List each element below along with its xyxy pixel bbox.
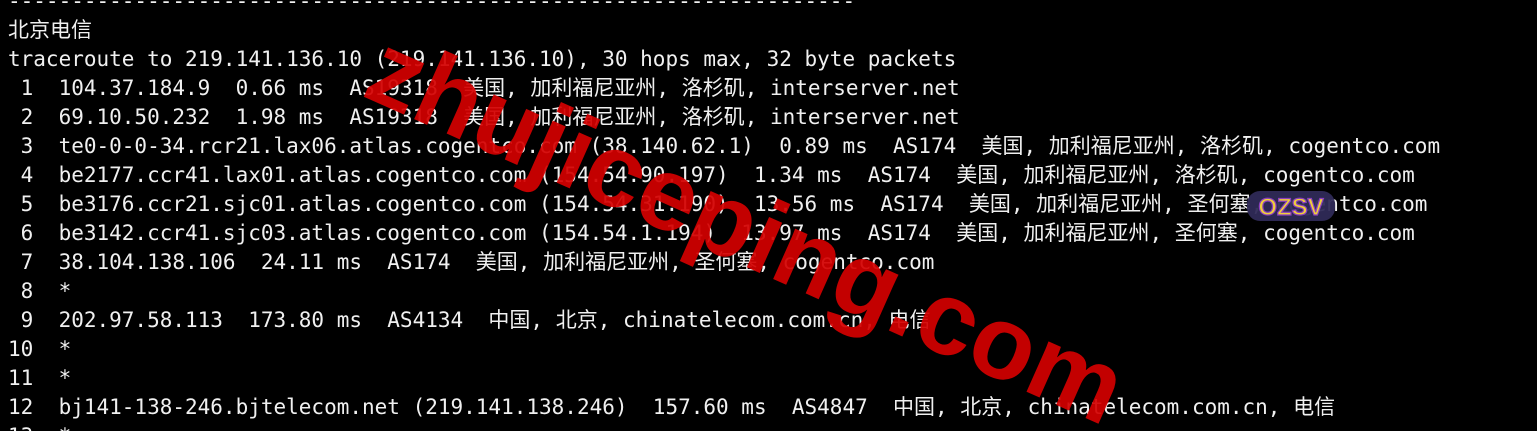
hop-row-3: 3 te0-0-0-34.rcr21.lax06.atlas.cogentco.… (8, 134, 1441, 158)
hop-row-6: 6 be3142.ccr41.sjc03.atlas.cogentco.com … (8, 221, 1415, 245)
hop-row-11: 11 * (8, 366, 72, 390)
traceroute-command: traceroute to 219.141.136.10 (219.141.13… (8, 47, 957, 71)
hop-row-7: 7 38.104.138.106 24.11 ms AS174 美国, 加利福尼… (8, 250, 935, 274)
hop-row-1: 1 104.37.184.9 0.66 ms AS19318 美国, 加利福尼亚… (8, 76, 960, 100)
separator-line: ----------------------------------------… (8, 0, 856, 13)
hop-row-4: 4 be2177.ccr41.lax01.atlas.cogentco.com … (8, 163, 1415, 187)
hop-row-12: 12 bj141-138-246.bjtelecom.net (219.141.… (8, 395, 1336, 419)
hop-row-13: 13 * (8, 422, 71, 431)
section-title: 北京电信 (8, 18, 92, 42)
hop-row-5: 5 be3176.ccr21.sjc01.atlas.cogentco.com … (8, 192, 1428, 216)
badge-text: OZSV (1258, 194, 1323, 221)
hop-row-8: 8 * (8, 279, 72, 303)
hop-row-10: 10 * (8, 337, 72, 361)
hop-row-2: 2 69.10.50.232 1.98 ms AS19318 美国, 加利福尼亚… (8, 105, 960, 129)
hop-row-9: 9 202.97.58.113 173.80 ms AS4134 中国, 北京,… (8, 308, 931, 332)
ozsv-badge: OZSV (1247, 191, 1335, 222)
